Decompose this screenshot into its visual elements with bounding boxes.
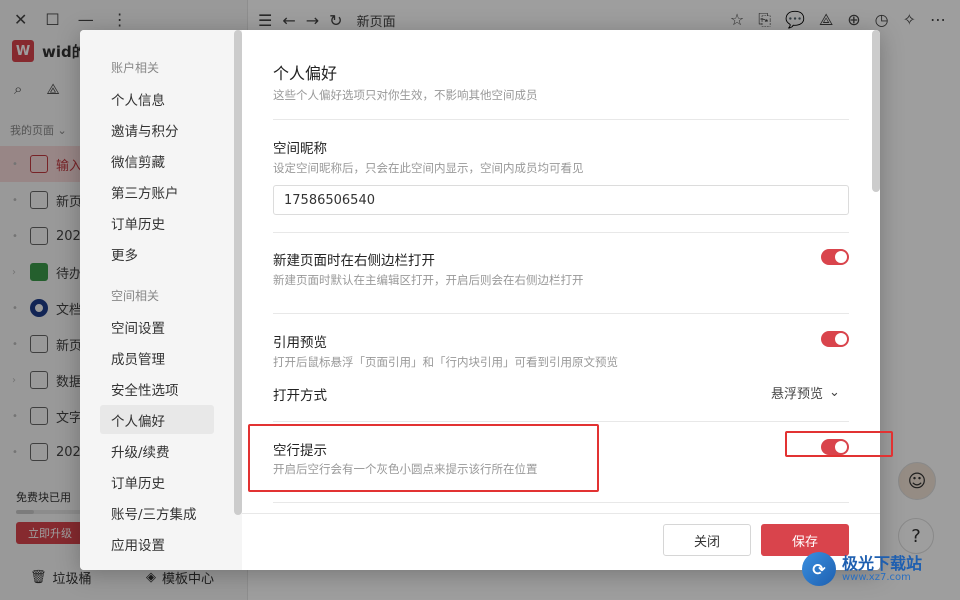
nickname-title: 空间昵称 (273, 141, 327, 157)
nav-scrollbar[interactable] (234, 30, 242, 515)
panel-description: 这些个人偏好选项只对你生效，不影响其他空间成员 (273, 88, 538, 102)
watermark: ⟳ 极光下载站 www.xz7.com (802, 546, 952, 592)
nav-group-space: 空间相关 (111, 289, 160, 303)
watermark-name: 极光下载站 (842, 553, 923, 573)
divider (273, 119, 849, 120)
nav-item-upgrade[interactable]: 升级/续费 (100, 436, 214, 465)
nav-item-wechat-clip[interactable]: 微信剪藏 (100, 146, 214, 175)
nickname-description: 设定空间昵称后，只会在此空间内显示，空间内成员均可看见 (273, 161, 584, 175)
nickname-input[interactable] (273, 185, 849, 215)
sidebar-open-title: 新建页面时在右侧边栏打开 (273, 253, 435, 269)
sidebar-open-description: 新建页面时默认在主编辑区打开，开启后则会在右侧边栏打开 (273, 273, 584, 287)
ref-preview-title: 引用预览 (273, 335, 327, 351)
divider (273, 313, 849, 314)
open-mode-value: 悬浮预览 (771, 387, 824, 402)
nav-item-space-orders[interactable]: 订单历史 (100, 467, 214, 496)
open-mode-label: 打开方式 (273, 388, 327, 404)
nav-group-account: 账户相关 (111, 61, 160, 75)
nav-item-more[interactable]: 更多 (100, 239, 214, 268)
modal-footer: 关闭 保存 (242, 513, 880, 570)
nav-item-security[interactable]: 安全性选项 (100, 374, 214, 403)
nav-item-third-party[interactable]: 第三方账户 (100, 177, 214, 206)
watermark-logo-icon: ⟳ (802, 552, 836, 586)
nav-item-preferences[interactable]: 个人偏好 (100, 405, 214, 434)
sidebar-open-toggle[interactable] (821, 249, 849, 265)
nav-item-profile[interactable]: 个人信息 (100, 84, 214, 113)
settings-nav: 账户相关 个人信息 邀请与积分 微信剪藏 第三方账户 订单历史 更多 空间相关 … (80, 30, 242, 570)
nav-item-app-settings[interactable]: 应用设置 (100, 529, 214, 558)
divider (273, 232, 849, 233)
ref-preview-toggle[interactable] (821, 331, 849, 347)
watermark-url: www.xz7.com (842, 572, 911, 584)
nav-item-invite[interactable]: 邀请与积分 (100, 115, 214, 144)
open-mode-select[interactable]: 悬浮预览 ⌄ (771, 383, 840, 402)
nav-item-members[interactable]: 成员管理 (100, 343, 214, 372)
highlight-box (248, 424, 599, 492)
highlight-box (785, 431, 893, 457)
divider (273, 421, 849, 422)
panel-title: 个人偏好 (273, 64, 338, 83)
close-button[interactable]: 关闭 (663, 524, 751, 556)
nav-item-orders[interactable]: 订单历史 (100, 208, 214, 237)
nav-item-space-settings[interactable]: 空间设置 (100, 312, 214, 341)
ref-preview-description: 打开后鼠标悬浮「页面引用」和「行内块引用」可看到引用原文预览 (273, 355, 618, 369)
nav-item-integrations[interactable]: 账号/三方集成 (100, 498, 214, 527)
chevron-down-icon: ⌄ (829, 385, 840, 400)
divider (273, 502, 849, 503)
content-scrollbar[interactable] (872, 30, 880, 192)
